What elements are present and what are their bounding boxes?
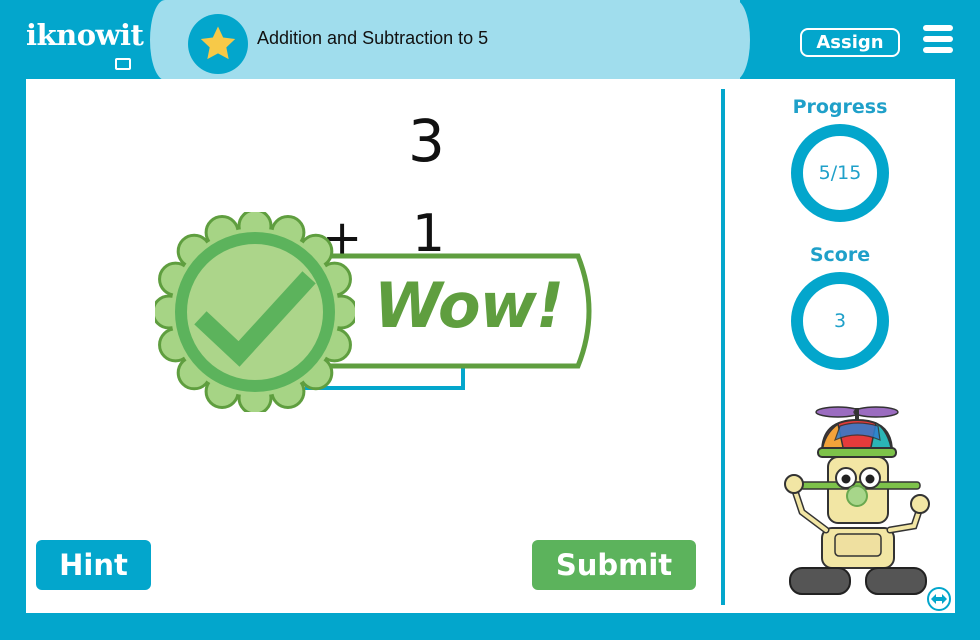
success-rosette xyxy=(155,212,355,412)
panel-divider xyxy=(721,89,725,605)
hint-button[interactable]: Hint xyxy=(36,540,151,590)
logo-text: iknowit xyxy=(26,18,144,52)
hamburger-menu-icon[interactable] xyxy=(923,25,953,53)
rosette-ring xyxy=(175,232,335,392)
expand-horizontal-icon[interactable] xyxy=(927,587,951,611)
progress-ring: 5/15 xyxy=(791,124,889,222)
top-addend: 3 xyxy=(408,107,445,175)
submit-button[interactable]: Submit xyxy=(532,540,696,590)
iknowit-logo[interactable]: iknowit xyxy=(26,14,156,70)
progress-label: Progress xyxy=(792,96,888,118)
score-label: Score xyxy=(809,244,871,266)
feedback-text: Wow! xyxy=(374,269,564,342)
star-icon xyxy=(200,26,236,60)
assign-button[interactable]: Assign xyxy=(800,28,900,57)
lesson-title: Addition and Subtraction to 5 xyxy=(257,28,489,48)
robot-mascot xyxy=(784,406,930,595)
lightbulb-icon xyxy=(115,58,131,70)
lesson-badge xyxy=(188,14,248,74)
progress-value: 5/15 xyxy=(818,162,862,184)
score-ring: 3 xyxy=(791,272,889,370)
score-value: 3 xyxy=(833,310,847,332)
